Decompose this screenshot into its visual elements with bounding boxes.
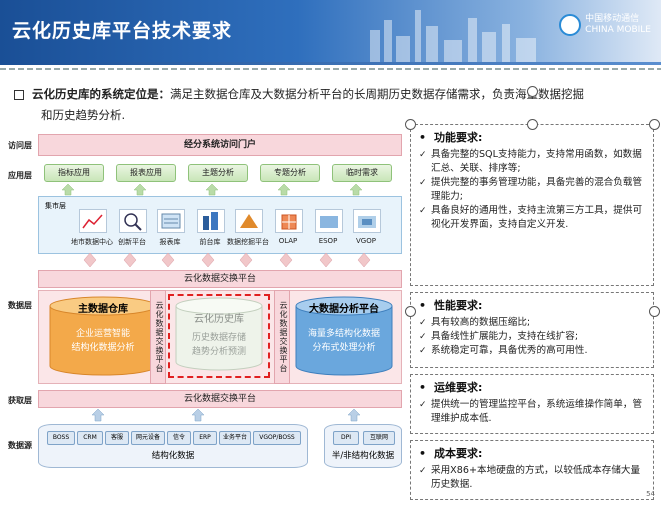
app-button-3: 专题分析 bbox=[260, 164, 320, 182]
exchange-bar-vertical-right: 云化数据交换平台 bbox=[274, 290, 290, 384]
connector-diamonds bbox=[83, 252, 371, 268]
source-7: VGOP/BOSS bbox=[253, 431, 301, 445]
rotate-handle[interactable] bbox=[527, 86, 538, 97]
source-5: ERP bbox=[193, 431, 217, 445]
perf-requirements-box: •性能要求: 具有较高的数据压缩比; 具备线性扩展能力，支持在线扩容; 系统稳定… bbox=[410, 292, 654, 368]
layer-label-access: 访问层 bbox=[8, 141, 32, 150]
func-item-0: 具备完整的SQL支持能力，支持常用函数，如数据汇总、关联、排序等; bbox=[419, 148, 647, 176]
architecture-diagram: 经分系统访问门户 指标应用 报表应用 主题分析 专题分析 临时需求 集市层 地市… bbox=[38, 130, 402, 470]
semi-source-label: 半/非结构化数据 bbox=[331, 451, 395, 461]
source-3: 网元设备 bbox=[131, 431, 165, 445]
city-skyline-graphic bbox=[370, 10, 536, 62]
func-title-text: 功能要求: bbox=[434, 131, 483, 144]
func-title: • 功能要求: bbox=[419, 131, 483, 144]
bigdata-title: 大数据分析平台 bbox=[309, 304, 379, 315]
source-4: 信令 bbox=[167, 431, 191, 445]
china-mobile-logo-icon bbox=[559, 14, 582, 36]
report-tool-icon bbox=[157, 209, 185, 233]
cost-title-text: 成本要求: bbox=[434, 447, 483, 460]
source-arrows bbox=[91, 408, 361, 422]
layer-label-acquire: 获取层 bbox=[8, 396, 32, 405]
bigdata-cylinder: 大数据分析平台 海量多结构化数据 分布式处理分析 bbox=[294, 296, 394, 376]
source-2: 客服 bbox=[105, 431, 129, 445]
main-dw-cylinder: 主数据仓库 企业运营智能 结构化数据分析 bbox=[48, 296, 158, 376]
perf-title: • 性能要求: bbox=[419, 299, 483, 312]
ops-title: • 运维要求: bbox=[419, 381, 483, 394]
intro-line2: 和历史趋势分析. bbox=[41, 108, 126, 122]
layer-label-app: 应用层 bbox=[8, 171, 32, 180]
semi-source-panel: DPI 互联网 半/非结构化数据 bbox=[324, 424, 402, 468]
app-button-1: 报表应用 bbox=[116, 164, 176, 182]
cloud-history-desc1: 历史数据存储 bbox=[191, 333, 246, 343]
cloud-history-highlight: 云化历史库 历史数据存储 趋势分析预测 bbox=[168, 294, 270, 378]
semi-source-0: DPI bbox=[333, 431, 359, 445]
layer-label-data: 数据层 bbox=[8, 301, 32, 310]
app-button-0: 指标应用 bbox=[44, 164, 104, 182]
exchange-bar-bottom: 云化数据交换平台 bbox=[38, 390, 402, 408]
mart-label: 集市层 bbox=[45, 202, 66, 210]
main-dw-desc2: 结构化数据分析 bbox=[71, 343, 135, 353]
vgop-icon bbox=[353, 209, 381, 233]
logo-en-text: CHINA MOBILE bbox=[585, 25, 651, 35]
bigdata-desc1: 海量多结构化数据 bbox=[307, 329, 380, 339]
func-item-2: 具备良好的通用性，支持主流第三方工具，提供可视化开发界面，支持自定义开发. bbox=[419, 204, 647, 232]
header-divider bbox=[0, 62, 661, 65]
mining-tool-icon bbox=[235, 209, 263, 233]
main-dw-title: 主数据仓库 bbox=[78, 304, 128, 315]
exchange-bar-top: 云化数据交换平台 bbox=[38, 270, 402, 288]
portal-bar: 经分系统访问门户 bbox=[38, 134, 402, 156]
selection-handle[interactable] bbox=[649, 306, 660, 317]
building-tool-icon bbox=[197, 209, 225, 233]
func-requirements-box: •功能要求: 具备完整的SQL支持能力，支持常用函数，如数据汇总、关联、排序等;… bbox=[410, 124, 654, 286]
page-number: 54 bbox=[646, 490, 655, 498]
header-banner: 云化历史库平台技术要求 中国移动通信 CHINA MOBILE bbox=[0, 0, 661, 62]
bigdata-desc2: 分布式处理分析 bbox=[312, 343, 376, 353]
main-dw-desc1: 企业运营智能 bbox=[75, 329, 130, 339]
source-6: 业务平台 bbox=[219, 431, 251, 445]
olap-cube-icon bbox=[275, 209, 303, 233]
selection-handle[interactable] bbox=[405, 119, 416, 130]
logo-cn-text: 中国移动通信 bbox=[585, 14, 640, 24]
source-1: CRM bbox=[77, 431, 103, 445]
mart-panel: 集市层 地市数据中心 创新平台 报表库 前台库 数据挖掘平台 OLAP ESOP… bbox=[38, 196, 402, 254]
tool-label-7: VGOP bbox=[356, 237, 376, 245]
func-item-1: 提供完整的事务管理功能，具备完善的混合负载管理能力; bbox=[419, 176, 647, 204]
dotted-divider bbox=[0, 68, 661, 70]
selection-handle[interactable] bbox=[649, 119, 660, 130]
cost-title: • 成本要求: bbox=[419, 447, 483, 460]
perf-item-1: 具备线性扩展能力，支持在线扩容; bbox=[419, 330, 647, 344]
app-button-2: 主题分析 bbox=[188, 164, 248, 182]
cost-requirements-box: •成本要求: 采用X86+本地硬盘的方式，以较低成本存储大量历史数据. bbox=[410, 440, 654, 500]
exchange-bar-vertical-left: 云化数据交换平台 bbox=[150, 290, 166, 384]
cloud-history-desc2: 趋势分析预测 bbox=[191, 347, 246, 357]
perf-item-0: 具有较高的数据压缩比; bbox=[419, 316, 647, 330]
intro-text: 云化历史库的系统定位是：满足主数据仓库及大数据分析平台的长周期历史数据存储需求，… bbox=[14, 84, 654, 126]
perf-title-text: 性能要求: bbox=[434, 299, 483, 312]
esop-icon bbox=[315, 209, 343, 233]
search-tool-icon bbox=[119, 209, 147, 233]
struct-source-label: 结构化数据 bbox=[151, 451, 195, 461]
semi-source-1: 互联网 bbox=[363, 431, 395, 445]
ops-title-text: 运维要求: bbox=[434, 381, 483, 394]
selection-handle[interactable] bbox=[527, 119, 538, 130]
ops-requirements-box: •运维要求: 提供统一的管理监控平台，系统运维操作简单，管理维护成本低. bbox=[410, 374, 654, 434]
selection-handle[interactable] bbox=[405, 306, 416, 317]
app-arrows bbox=[61, 183, 363, 196]
cloud-history-title: 云化历史库 bbox=[194, 314, 244, 325]
chart-tool-icon bbox=[79, 209, 107, 233]
perf-item-2: 系统稳定可靠，具备优秀的高可用性. bbox=[419, 344, 647, 358]
intro-line1: 满足主数据仓库及大数据分析平台的长周期历史数据存储需求，负责海量数据挖掘 bbox=[170, 87, 584, 101]
source-0: BOSS bbox=[47, 431, 75, 445]
layer-label-source: 数据源 bbox=[8, 441, 32, 450]
ops-item-0: 提供统一的管理监控平台，系统运维操作简单，管理维护成本低. bbox=[419, 398, 647, 426]
app-button-4: 临时需求 bbox=[332, 164, 392, 182]
page-title: 云化历史库平台技术要求 bbox=[12, 20, 233, 42]
china-mobile-logo: 中国移动通信 CHINA MOBILE bbox=[559, 14, 651, 36]
intro-lead: 云化历史库的系统定位是： bbox=[32, 87, 170, 101]
bullet-box-icon bbox=[14, 89, 24, 100]
cost-item-0: 采用X86+本地硬盘的方式，以较低成本存储大量历史数据. bbox=[419, 464, 647, 492]
struct-source-panel: BOSS CRM 客服 网元设备 信令 ERP 业务平台 VGOP/BOSS 结… bbox=[38, 424, 308, 468]
